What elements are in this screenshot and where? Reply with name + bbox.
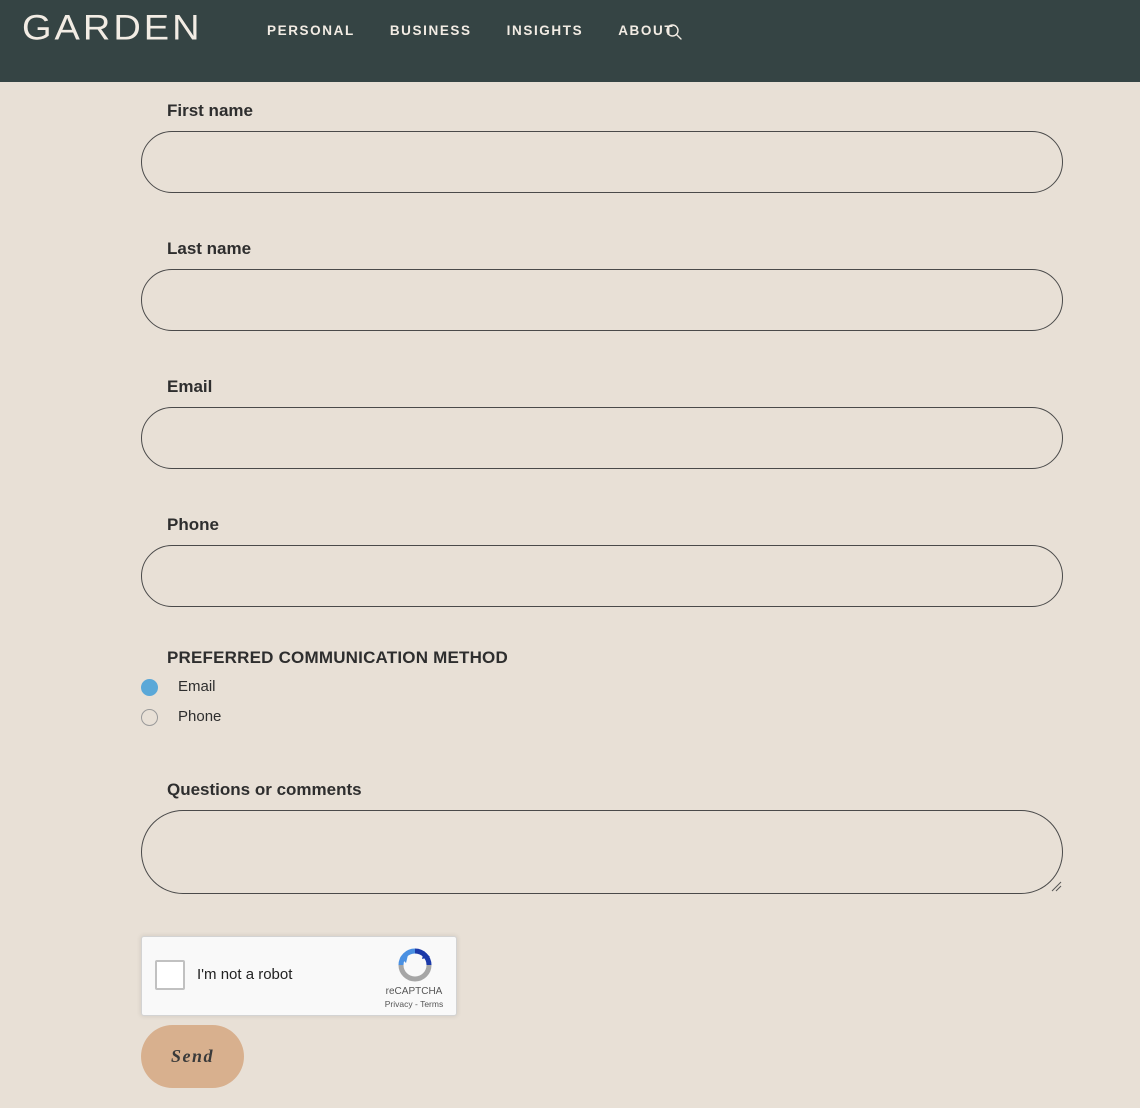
resize-handle-icon[interactable] bbox=[1050, 880, 1062, 892]
site-header: GARDEN PERSONAL BUSINESS INSIGHTS ABOUT bbox=[0, 0, 1140, 82]
phone-label: Phone bbox=[167, 515, 219, 534]
radio-email-indicator[interactable] bbox=[141, 678, 158, 696]
nav-item-insights[interactable]: INSIGHTS bbox=[507, 22, 584, 40]
phone-input[interactable] bbox=[141, 545, 1063, 607]
search-icon[interactable] bbox=[665, 23, 683, 41]
recaptcha-links: Privacy - Terms bbox=[374, 998, 454, 1010]
first-name-label: First name bbox=[167, 101, 253, 120]
last-name-input[interactable] bbox=[141, 269, 1063, 331]
recaptcha-logo-icon bbox=[398, 948, 432, 982]
email-label: Email bbox=[167, 377, 213, 396]
send-button[interactable]: Send bbox=[141, 1025, 244, 1088]
communication-method-heading: PREFERRED COMMUNICATION METHOD bbox=[167, 648, 508, 667]
nav-item-personal[interactable]: PERSONAL bbox=[267, 22, 355, 40]
recaptcha-widget: I'm not a robot reCAPTCHA Privacy - Term… bbox=[141, 936, 457, 1016]
main-nav: PERSONAL BUSINESS INSIGHTS ABOUT bbox=[267, 22, 709, 40]
radio-option-email[interactable]: Email bbox=[141, 677, 216, 697]
recaptcha-terms-link[interactable]: Terms bbox=[420, 999, 443, 1009]
radio-email-label: Email bbox=[178, 678, 216, 695]
recaptcha-label: I'm not a robot bbox=[197, 966, 293, 983]
first-name-input[interactable] bbox=[141, 131, 1063, 193]
recaptcha-separator: - bbox=[415, 999, 418, 1009]
email-input[interactable] bbox=[141, 407, 1063, 469]
comments-textarea[interactable] bbox=[141, 810, 1063, 894]
radio-phone-indicator[interactable] bbox=[141, 708, 158, 726]
last-name-label: Last name bbox=[167, 239, 252, 258]
recaptcha-brand: reCAPTCHA bbox=[385, 986, 443, 997]
radio-option-phone[interactable]: Phone bbox=[141, 707, 221, 727]
recaptcha-checkbox[interactable] bbox=[155, 960, 185, 990]
comments-label: Questions or comments bbox=[167, 780, 362, 799]
garden-logo[interactable]: GARDEN bbox=[22, 8, 203, 48]
recaptcha-privacy-link[interactable]: Privacy bbox=[385, 999, 413, 1009]
radio-phone-label: Phone bbox=[178, 708, 222, 725]
nav-item-business[interactable]: BUSINESS bbox=[390, 22, 472, 40]
